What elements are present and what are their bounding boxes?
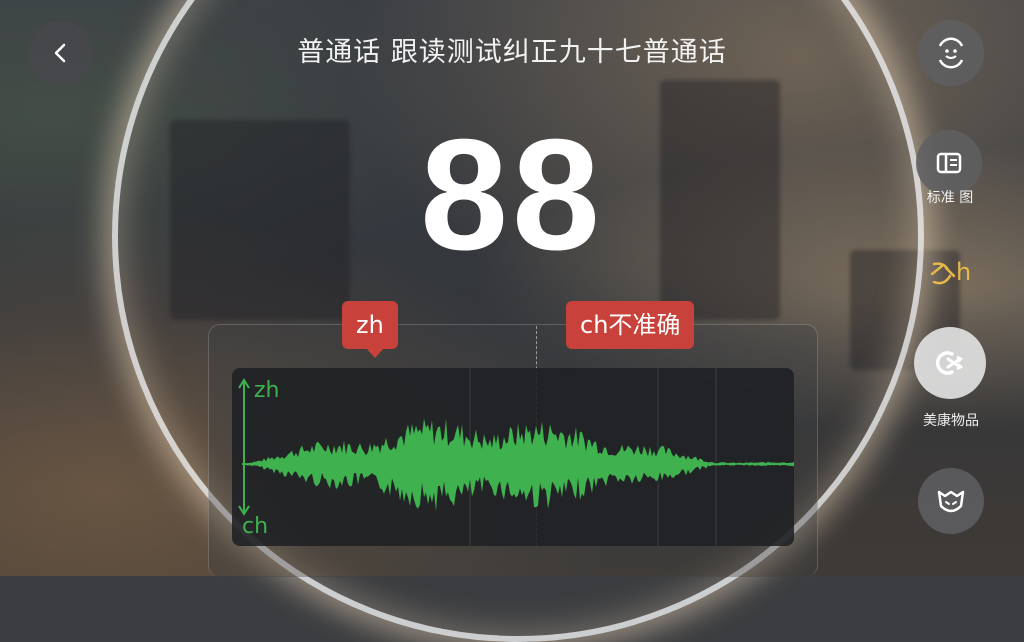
waveform-box: zh ch	[232, 368, 794, 546]
book-icon	[936, 152, 962, 174]
face-refresh-button[interactable]	[918, 20, 984, 86]
shuffle-button[interactable]	[914, 327, 986, 399]
score-value: 88	[420, 107, 604, 283]
zh-symbol-button[interactable]: h	[928, 256, 978, 292]
shuffle-button-label: 美康物品	[923, 413, 979, 429]
shuffle-icon	[935, 351, 964, 375]
zh-symbol-icon	[930, 262, 956, 285]
zh-tag[interactable]: zh	[342, 301, 398, 358]
page-title: 普通话 跟读测试纠正九十七普通话	[297, 37, 727, 68]
mask-button[interactable]	[918, 468, 984, 534]
waveform-top-label: zh	[254, 378, 280, 403]
mask-icon	[937, 490, 965, 513]
book-button-label: 标准 图	[926, 190, 974, 206]
waveform-bottom-label: ch	[242, 514, 269, 539]
audio-waveform	[242, 418, 794, 512]
zh-symbol-label: h	[956, 258, 972, 286]
waveform-chart	[238, 368, 794, 546]
ch-error-tag[interactable]: ch不准确	[566, 301, 695, 349]
face-refresh-icon	[938, 37, 964, 69]
